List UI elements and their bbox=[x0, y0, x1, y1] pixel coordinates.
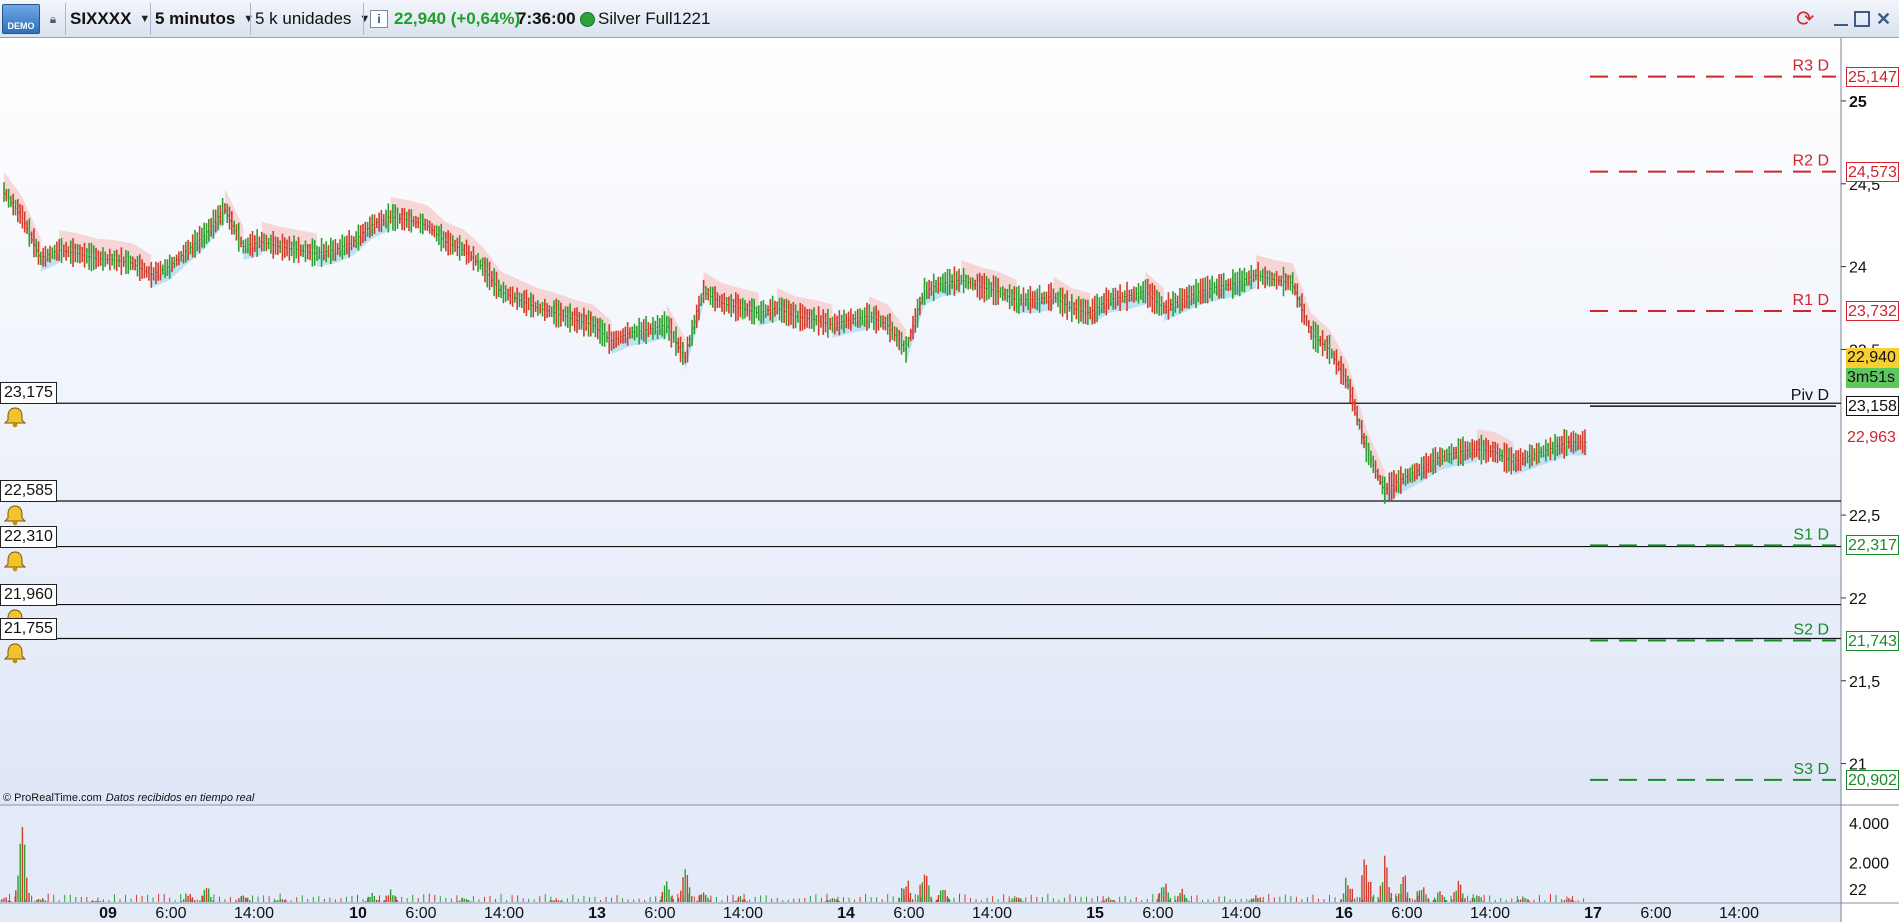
info-icon[interactable]: i bbox=[370, 4, 388, 34]
demo-icon[interactable]: DEMO bbox=[2, 4, 40, 34]
pivot-value-label: 25,147 bbox=[1846, 66, 1899, 87]
alert-level-label[interactable]: 21,960 bbox=[0, 583, 57, 606]
price-change: 22,940 (+0,64%) bbox=[394, 9, 521, 28]
x-tick-label: 14:00 bbox=[972, 905, 1012, 922]
x-tick-label: 14:00 bbox=[484, 905, 524, 922]
bell-icon[interactable] bbox=[3, 550, 27, 572]
alert-level-label[interactable]: 21,755 bbox=[0, 617, 57, 640]
y-tick-label: 24 bbox=[1849, 260, 1867, 277]
chevron-down-icon: ▼ bbox=[139, 13, 151, 25]
price-pane-background bbox=[0, 38, 1841, 805]
clock-time: 7:36:00 bbox=[517, 9, 576, 28]
account-name: Silver Full1221 bbox=[598, 9, 711, 28]
x-tick-label: 6:00 bbox=[1142, 905, 1173, 922]
x-tick-label: 6:00 bbox=[644, 905, 675, 922]
pivot-name: S2 D bbox=[1793, 622, 1829, 639]
x-tick-label: 6:00 bbox=[1640, 905, 1671, 922]
pivot-value-label: 24,573 bbox=[1846, 161, 1899, 182]
y-tick-label: 21,5 bbox=[1849, 674, 1880, 691]
pivot-value-label: 22,317 bbox=[1846, 535, 1899, 556]
y-tick-label: 25 bbox=[1849, 94, 1867, 111]
x-tick-label: 6:00 bbox=[893, 905, 924, 922]
chart-toolbar: DEMO 🔒︎ SIXXXX ▼ 5 minutos ▼ 5 k unidade… bbox=[0, 0, 1899, 38]
refresh-icon[interactable]: ⟳ bbox=[1796, 4, 1814, 34]
x-tick-label: 14:00 bbox=[723, 905, 763, 922]
minimize-icon[interactable] bbox=[1834, 4, 1848, 34]
x-tick-label: 14:00 bbox=[1470, 905, 1510, 922]
credit-text: © ProRealTime.com Datos recibidos en tiem… bbox=[3, 792, 255, 804]
alert-level-label[interactable]: 23,175 bbox=[0, 382, 57, 405]
x-tick-label: 6:00 bbox=[155, 905, 186, 922]
units-selector[interactable]: 5 k unidades ▼ bbox=[255, 4, 370, 34]
x-tick-label: 15 bbox=[1086, 905, 1104, 922]
bell-icon[interactable] bbox=[3, 406, 27, 428]
alert-level-label[interactable]: 22,310 bbox=[0, 525, 57, 548]
hidden-price-label: 22,963 bbox=[1846, 428, 1899, 449]
chevron-down-icon: ▼ bbox=[359, 13, 371, 25]
x-tick-label: 6:00 bbox=[405, 905, 436, 922]
x-tick-label: 10 bbox=[349, 905, 367, 922]
units-label: 5 k unidades bbox=[255, 9, 352, 28]
volume-tick-label: 2.000 bbox=[1849, 855, 1889, 872]
x-tick-label: 14:00 bbox=[1221, 905, 1261, 922]
y-tick-label: 22 bbox=[1849, 591, 1867, 608]
bell-icon[interactable] bbox=[3, 642, 27, 664]
x-tick-label: 16 bbox=[1335, 905, 1353, 922]
pivot-value-label: 21,743 bbox=[1846, 630, 1899, 651]
pivot-name: R1 D bbox=[1793, 292, 1829, 309]
pivot-name: S1 D bbox=[1793, 526, 1829, 543]
timeframe-selector[interactable]: 5 minutos ▼ bbox=[155, 4, 254, 34]
pivot-value-label: 20,902 bbox=[1846, 769, 1899, 790]
pivot-name: Piv D bbox=[1791, 387, 1829, 404]
price-chart[interactable]: R3 DR2 DR1 DPiv DS1 DS2 DS3 D 2524,52423… bbox=[0, 38, 1899, 922]
pivot-name: R2 D bbox=[1793, 153, 1829, 170]
pivot-name: S3 D bbox=[1793, 761, 1829, 778]
bell-icon[interactable] bbox=[3, 504, 27, 526]
x-tick-label: 14:00 bbox=[234, 905, 274, 922]
alert-level-label[interactable]: 22,585 bbox=[0, 480, 57, 503]
x-tick-label: 17 bbox=[1584, 905, 1602, 922]
bar-countdown-label: 3m51s bbox=[1846, 368, 1899, 388]
lock-icon[interactable]: 🔒︎ bbox=[44, 4, 62, 34]
status-dot-icon bbox=[580, 4, 595, 34]
current-price-label: 22,940 bbox=[1846, 348, 1899, 368]
x-tick-label: 13 bbox=[588, 905, 606, 922]
demo-label: DEMO bbox=[7, 21, 35, 31]
pivot-value-label: 23,732 bbox=[1846, 301, 1899, 321]
x-tick-label: 14:00 bbox=[1719, 905, 1759, 922]
x-tick-label: 6:00 bbox=[1391, 905, 1422, 922]
pivot-name: R3 D bbox=[1793, 58, 1829, 75]
symbol-label: SIXXXX bbox=[70, 9, 132, 28]
maximize-icon[interactable] bbox=[1854, 4, 1870, 34]
pivot-value-label: 23,158 bbox=[1846, 396, 1899, 417]
volume-last-label: 22 bbox=[1849, 882, 1867, 899]
close-icon[interactable]: ✕ bbox=[1876, 4, 1891, 34]
symbol-selector[interactable]: SIXXXX ▼ bbox=[70, 4, 150, 34]
chevron-down-icon: ▼ bbox=[243, 13, 255, 25]
x-tick-label: 14 bbox=[837, 905, 855, 922]
timeframe-label: 5 minutos bbox=[155, 9, 236, 28]
x-tick-label: 09 bbox=[99, 905, 117, 922]
volume-tick-label: 4.000 bbox=[1849, 816, 1889, 833]
y-tick-label: 22,5 bbox=[1849, 508, 1880, 525]
